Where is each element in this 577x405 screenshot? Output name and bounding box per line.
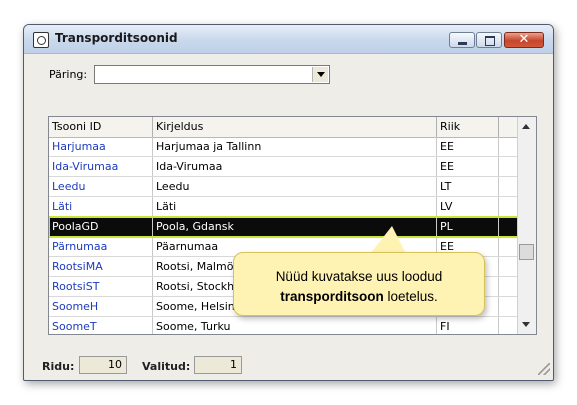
scroll-thumb[interactable]	[519, 244, 534, 260]
dropdown-arrow-icon[interactable]	[312, 67, 328, 82]
country-cell: EE	[437, 137, 499, 156]
filler-cell	[499, 297, 519, 316]
filler-cell	[499, 197, 519, 216]
description-cell: Soome, Turku	[153, 317, 437, 334]
title-bar[interactable]: Transporditsoonid ✕	[24, 25, 553, 54]
transport-zones-window: Transporditsoonid ✕ Päring: Tsooni ID Ki…	[23, 24, 554, 381]
query-label: Päring:	[49, 68, 88, 81]
description-cell: Läti	[153, 197, 437, 216]
filler-cell	[499, 257, 519, 276]
query-combobox[interactable]	[94, 65, 330, 84]
close-icon: ✕	[518, 32, 530, 47]
resize-grip-icon[interactable]	[538, 363, 550, 375]
window-title: Transporditsoonid	[55, 31, 178, 45]
filler-cell	[499, 317, 519, 334]
country-cell: LT	[437, 177, 499, 196]
selected-count-label: Valitud:	[142, 360, 191, 373]
zone-id-cell: Leedu	[49, 177, 153, 196]
minimize-icon	[458, 42, 467, 45]
column-header-description[interactable]: Kirjeldus	[153, 117, 437, 137]
minimize-button[interactable]	[449, 32, 475, 48]
zone-id-cell: PoolaGD	[49, 217, 153, 236]
zone-id-cell: Läti	[49, 197, 153, 216]
country-cell: LV	[437, 197, 499, 216]
zone-id-cell: SoomeT	[49, 317, 153, 334]
rows-count-value: 10	[79, 356, 127, 374]
selected-count-value: 1	[194, 356, 242, 374]
zone-id-cell: Ida-Virumaa	[49, 157, 153, 176]
table-row[interactable]: PoolaGD Poola, Gdansk PL	[49, 216, 520, 238]
callout-bold-text: transporditsoon	[280, 289, 384, 304]
zone-id-cell: SoomeH	[49, 297, 153, 316]
description-cell: Leedu	[153, 177, 437, 196]
rows-count-label: Ridu:	[42, 360, 75, 373]
status-bar: Ridu: 10 Valitud: 1	[24, 352, 553, 378]
callout-rest: loetelus.	[387, 289, 438, 304]
table-row[interactable]: Leedu Leedu LT	[49, 177, 519, 197]
zone-id-cell: Harjumaa	[49, 137, 153, 156]
country-cell: EE	[437, 157, 499, 176]
column-header-country[interactable]: Riik	[437, 117, 499, 137]
callout-pointer	[370, 226, 406, 254]
grid-header: Tsooni ID Kirjeldus Riik	[49, 117, 519, 138]
zone-id-cell: Pärnumaa	[49, 237, 153, 256]
maximize-button[interactable]	[476, 32, 502, 48]
filler-cell	[499, 157, 519, 176]
filler-cell	[499, 277, 519, 296]
table-row[interactable]: Harjumaa Harjumaa ja Tallinn EE	[49, 137, 519, 157]
description-cell: Harjumaa ja Tallinn	[153, 137, 437, 156]
description-cell: Ida-Virumaa	[153, 157, 437, 176]
help-callout: Nüüd kuvatakse uus loodud transporditsoo…	[233, 252, 485, 316]
scroll-down-icon[interactable]	[522, 322, 530, 327]
table-row[interactable]: Läti Läti LV	[49, 197, 519, 217]
zone-id-cell: RootsiST	[49, 277, 153, 296]
country-cell: FI	[437, 317, 499, 334]
country-cell: PL	[437, 217, 499, 236]
filler-cell	[499, 177, 519, 196]
maximize-icon	[485, 36, 495, 46]
filler-cell	[499, 137, 519, 156]
app-icon	[33, 32, 49, 48]
zone-id-cell: RootsiMA	[49, 257, 153, 276]
close-button[interactable]: ✕	[504, 32, 544, 48]
column-header-zone-id[interactable]: Tsooni ID	[49, 117, 153, 137]
callout-line1: Nüüd kuvatakse uus loodud	[275, 269, 443, 284]
vertical-scrollbar[interactable]	[517, 117, 536, 334]
filler-cell	[499, 217, 519, 236]
table-row[interactable]: Ida-Virumaa Ida-Virumaa EE	[49, 157, 519, 177]
table-row[interactable]: SoomeT Soome, Turku FI	[49, 317, 519, 334]
filler-cell	[499, 237, 519, 256]
scroll-up-icon[interactable]	[522, 124, 530, 129]
